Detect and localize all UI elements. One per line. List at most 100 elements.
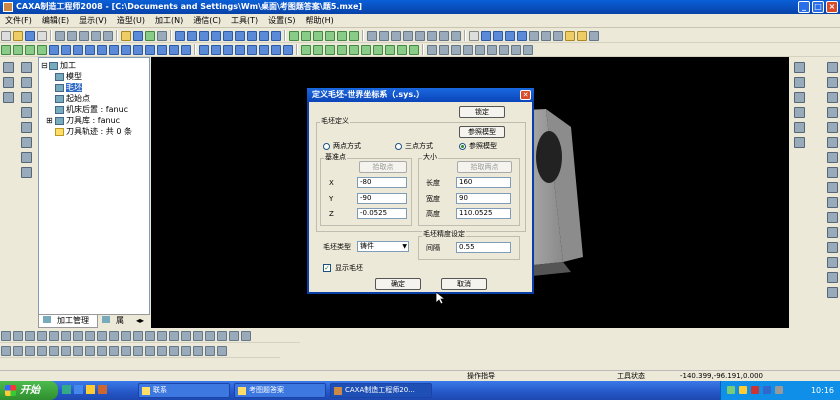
curve-edit-icon-8[interactable]	[85, 346, 95, 356]
menu-edit[interactable]: 编辑(E)	[37, 14, 74, 28]
radio-two-points[interactable]	[323, 143, 330, 150]
curve-edit-icon-2[interactable]	[13, 346, 23, 356]
curve-tool-icon-6[interactable]	[20, 137, 32, 148]
zoom-in-icon[interactable]	[481, 31, 491, 41]
curve-edit-icon-7[interactable]	[73, 346, 83, 356]
pick-two-points-button[interactable]: 拾取两点	[457, 161, 512, 173]
solid-icon-3[interactable]	[325, 45, 335, 55]
ie-icon[interactable]	[74, 385, 83, 394]
pan-icon[interactable]	[529, 31, 539, 41]
curve-edit-icon-1[interactable]	[1, 346, 11, 356]
toolpath-icon-16[interactable]	[181, 45, 191, 55]
save-icon[interactable]	[25, 31, 35, 41]
transform-icon-3[interactable]	[25, 331, 35, 341]
transform-icon-1[interactable]	[1, 331, 11, 341]
curve-edit-icon-17[interactable]	[193, 346, 203, 356]
blank-type-select[interactable]: 铸件 ▼	[357, 241, 409, 252]
solid-icon-9[interactable]	[397, 45, 407, 55]
render-icon-1[interactable]	[289, 31, 299, 41]
print-icon[interactable]	[37, 31, 47, 41]
surface-icon-4[interactable]	[235, 45, 245, 55]
surface-icon-5[interactable]	[247, 45, 257, 55]
curve-edit-icon-10[interactable]	[109, 346, 119, 356]
toolpath-icon-10[interactable]	[109, 45, 119, 55]
refresh-icon[interactable]	[553, 31, 563, 41]
tray-icon-1[interactable]	[727, 386, 735, 394]
tree-item-blank[interactable]: 毛坯	[41, 82, 132, 93]
curve-edit-icon-14[interactable]	[157, 346, 167, 356]
tree-root[interactable]: ⊟ 加工	[41, 60, 132, 71]
copy-icon[interactable]	[67, 31, 77, 41]
tree-item-toolpaths[interactable]: 刀具轨迹 : 共 0 条	[41, 126, 132, 137]
image-icon[interactable]	[2, 92, 14, 103]
curve-tool-icon-1[interactable]	[20, 62, 32, 73]
display-icon-4[interactable]	[403, 31, 413, 41]
display-icon-2[interactable]	[379, 31, 389, 41]
toolpath-icon-3[interactable]	[25, 45, 35, 55]
filter-icon[interactable]	[157, 31, 167, 41]
feature-icon-7[interactable]	[499, 45, 509, 55]
pick-point-button[interactable]: 拾取点	[359, 161, 407, 173]
show-blank-checkbox[interactable]: ✓	[323, 264, 331, 272]
interval-input[interactable]: 0.55	[456, 242, 511, 253]
task-answers[interactable]: 考图题答案	[234, 383, 326, 398]
menu-settings[interactable]: 设置(S)	[263, 14, 300, 28]
transform-icon-17[interactable]	[193, 331, 203, 341]
point-icon[interactable]	[826, 152, 838, 163]
transform-icon-9[interactable]	[97, 331, 107, 341]
layer-icon[interactable]	[133, 31, 143, 41]
solid-icon-2[interactable]	[313, 45, 323, 55]
tray-icon-3[interactable]	[751, 386, 759, 394]
toolpath-icon-5[interactable]	[49, 45, 59, 55]
cut-icon[interactable]	[55, 31, 65, 41]
dialog-close-button[interactable]: ✕	[520, 90, 531, 100]
new-file-icon[interactable]	[1, 31, 11, 41]
toolpath-icon-12[interactable]	[133, 45, 143, 55]
transform-icon-16[interactable]	[181, 331, 191, 341]
transform-icon-20[interactable]	[229, 331, 239, 341]
tree-item-post[interactable]: 机床后置 : fanuc	[41, 104, 132, 115]
solid-icon-7[interactable]	[373, 45, 383, 55]
ok-button[interactable]: 确定	[375, 278, 421, 290]
width-input[interactable]: 90	[456, 193, 511, 204]
render-icon-4[interactable]	[325, 31, 335, 41]
light-icon[interactable]	[121, 31, 131, 41]
curve-edit-icon-19[interactable]	[217, 346, 227, 356]
tree-item-tool-library[interactable]: ⊞ 刀具库 : fanuc	[41, 115, 132, 126]
feature-icon-3[interactable]	[451, 45, 461, 55]
view-icon-2[interactable]	[187, 31, 197, 41]
task-caxa[interactable]: CAXA制造工程师20...	[330, 383, 432, 398]
toolpath-icon-11[interactable]	[121, 45, 131, 55]
quick-launch-icon-1[interactable]	[62, 385, 71, 394]
line-icon[interactable]	[826, 62, 838, 73]
folder-icon[interactable]	[86, 385, 95, 394]
surface-icon-1[interactable]	[199, 45, 209, 55]
view-icon-8[interactable]	[259, 31, 269, 41]
view-icon-6[interactable]	[235, 31, 245, 41]
curve-tool-icon-5[interactable]	[20, 122, 32, 133]
tab-properties[interactable]: 属	[98, 315, 132, 327]
display-icon-5[interactable]	[415, 31, 425, 41]
start-button[interactable]: 开始	[0, 381, 58, 400]
toolpath-icon-4[interactable]	[37, 45, 47, 55]
render-icon-2[interactable]	[301, 31, 311, 41]
surface-icon-7[interactable]	[271, 45, 281, 55]
geometry-icon-5[interactable]	[793, 122, 805, 133]
curve-edit-icon-13[interactable]	[145, 346, 155, 356]
render-icon-5[interactable]	[337, 31, 347, 41]
curve-tool-icon-4[interactable]	[20, 107, 32, 118]
open-file-icon[interactable]	[13, 31, 23, 41]
curve-tool-icon-2[interactable]	[20, 77, 32, 88]
radio-reference-model[interactable]	[459, 143, 466, 150]
edit-icon-2[interactable]	[826, 272, 838, 283]
menu-view[interactable]: 显示(V)	[74, 14, 112, 28]
menu-communication[interactable]: 通信(C)	[188, 14, 226, 28]
wireframe-icon[interactable]	[577, 31, 587, 41]
surface-icon-3[interactable]	[223, 45, 233, 55]
toolpath-icon-14[interactable]	[157, 45, 167, 55]
task-lianxi[interactable]: 联系	[138, 383, 230, 398]
solid-icon-6[interactable]	[361, 45, 371, 55]
zoom-out-icon[interactable]	[493, 31, 503, 41]
transform-icon-4[interactable]	[37, 331, 47, 341]
height-input[interactable]: 110.0525	[456, 208, 511, 219]
